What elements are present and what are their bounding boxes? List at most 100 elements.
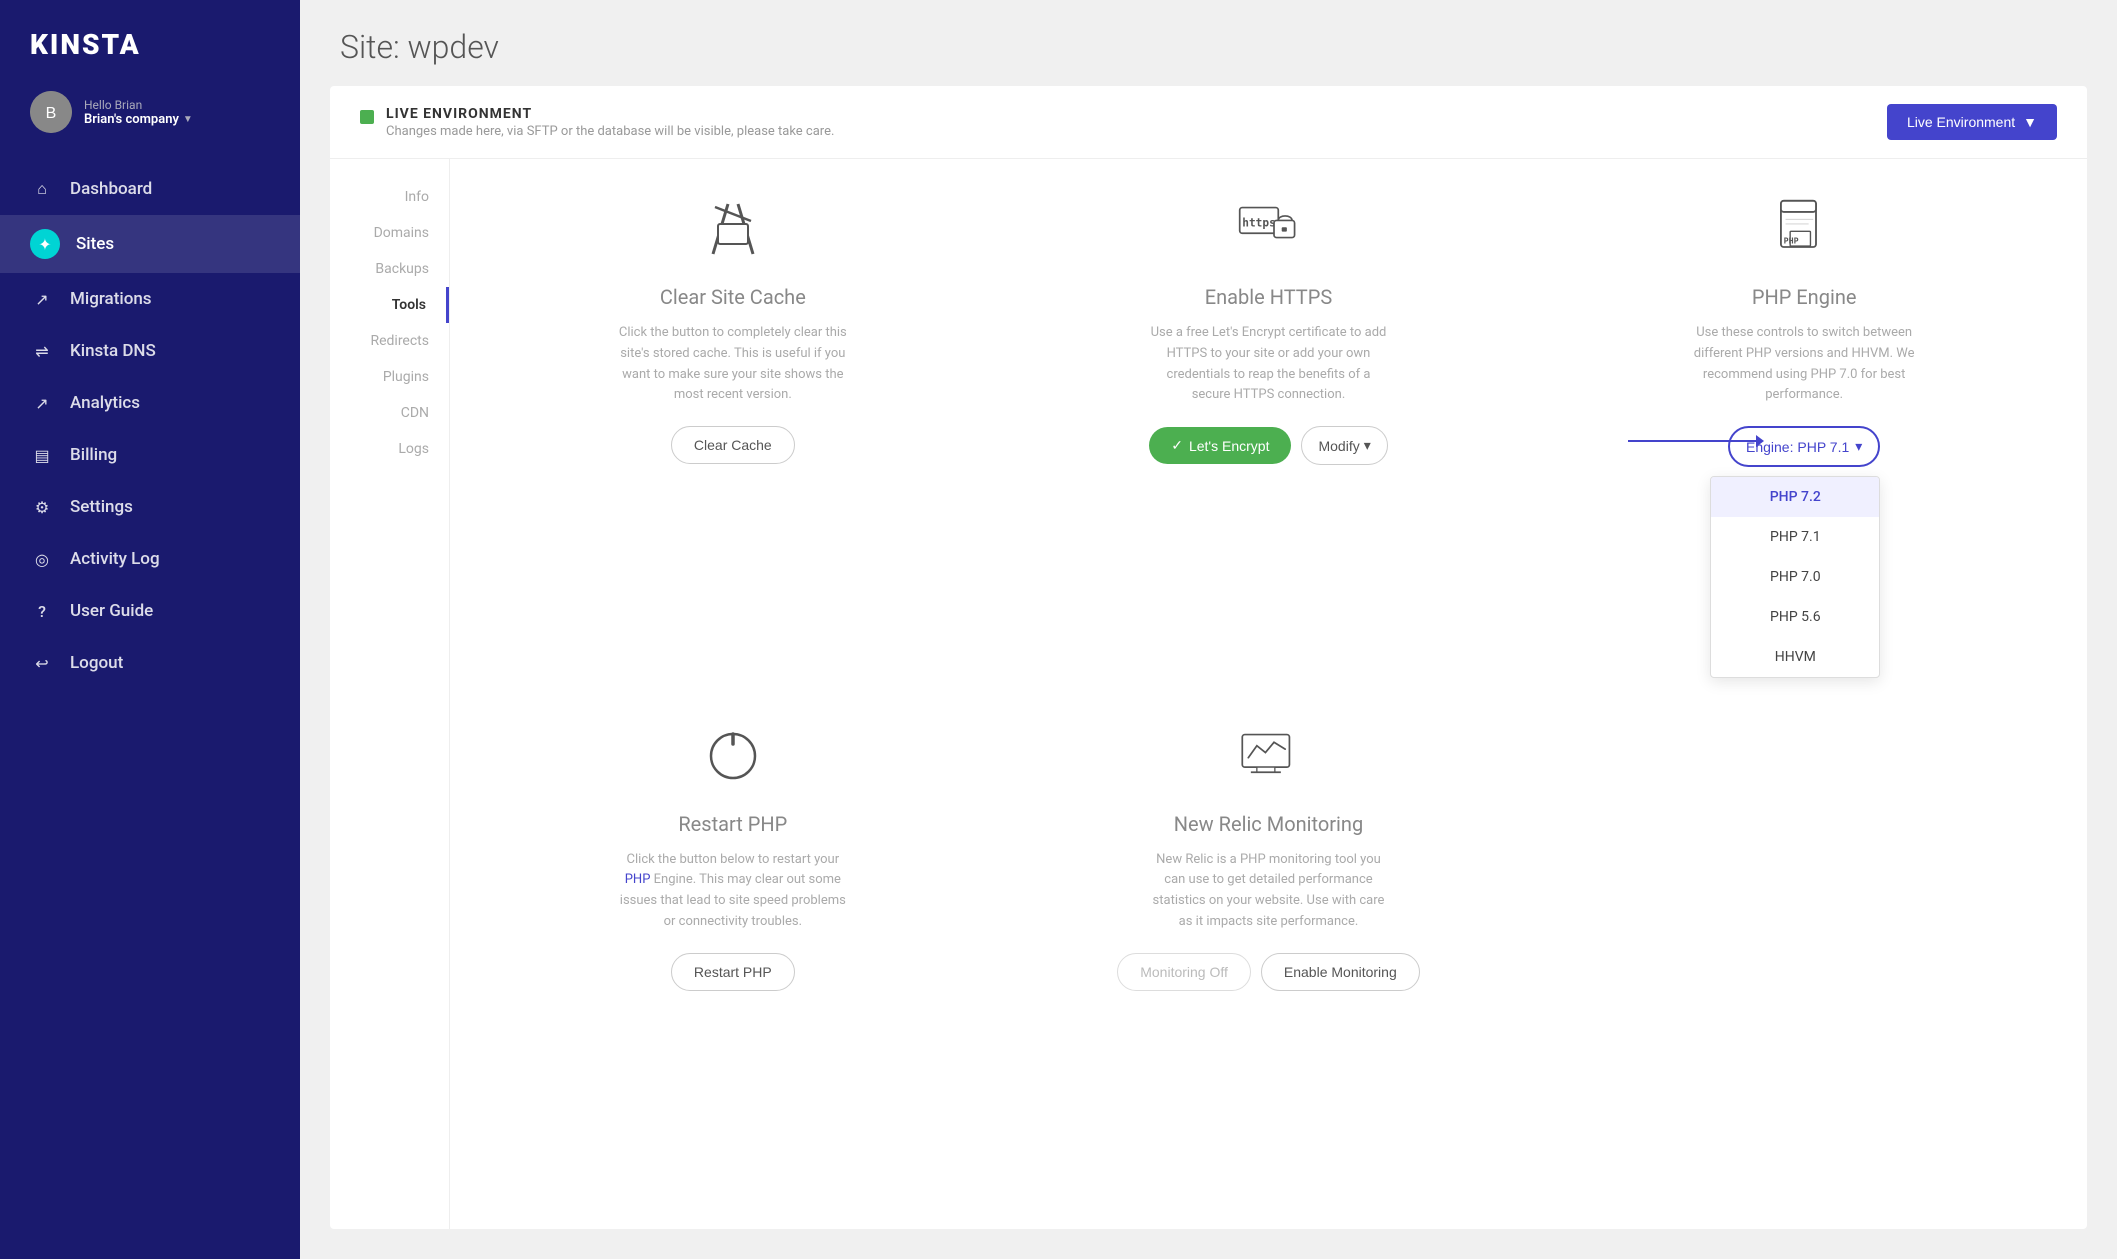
tool-clear-cache: Clear Site Cache Click the button to com…	[480, 189, 986, 676]
https-icon: https	[1228, 189, 1308, 269]
company-name[interactable]: Brian's company ▼	[84, 112, 270, 127]
https-actions: ✓ Let's Encrypt Modify ▾	[1149, 426, 1388, 465]
sidebar-logo: KINSTA	[0, 0, 300, 81]
sub-navigation: Info Domains Backups Tools Redirects	[330, 159, 450, 1229]
sidebar-item-dashboard[interactable]: ⌂ Dashboard	[0, 163, 300, 215]
sub-nav-info[interactable]: Info	[330, 179, 449, 215]
restart-php-button[interactable]: Restart PHP	[671, 953, 795, 991]
php-version-dropdown: PHP 7.2 PHP 7.1 PHP 7.0 PHP 5.6 HHVM	[1710, 476, 1880, 678]
tools-grid: Clear Site Cache Click the button to com…	[450, 159, 2087, 1229]
sub-nav-tools[interactable]: Tools	[330, 287, 449, 323]
php-option-7-2[interactable]: PHP 7.2	[1711, 477, 1879, 517]
user-section: B Hello Brian Brian's company ▼	[0, 81, 300, 153]
sidebar-item-settings[interactable]: ⚙ Settings	[0, 481, 300, 533]
monitoring-icon	[1228, 716, 1308, 796]
monitoring-desc: New Relic is a PHP monitoring tool you c…	[1148, 850, 1388, 933]
page-header: Site: wpdev	[300, 0, 2117, 86]
gear-icon: ⚙	[30, 495, 54, 519]
php-engine-wrapper: Engine: PHP 7.1 ▾ PHP 7.2	[1728, 426, 1880, 467]
php-icon: PHP	[1764, 189, 1844, 269]
chevron-down-icon: ▾	[1855, 438, 1862, 455]
sidebar-item-billing[interactable]: ▤ Billing	[0, 429, 300, 481]
sub-nav-plugins[interactable]: Plugins	[330, 359, 449, 395]
sidebar-item-user-guide[interactable]: ? User Guide	[0, 585, 300, 637]
content-card: LIVE ENVIRONMENT Changes made here, via …	[330, 86, 2087, 1229]
lets-encrypt-button[interactable]: ✓ Let's Encrypt	[1149, 427, 1291, 464]
php-option-5-6[interactable]: PHP 5.6	[1711, 597, 1879, 637]
tool-restart-php: Restart PHP Click the button below to re…	[480, 716, 986, 1200]
php-actions: Engine: PHP 7.1 ▾ PHP 7.2	[1728, 426, 1880, 467]
clear-cache-actions: Clear Cache	[671, 426, 795, 464]
restart-php-actions: Restart PHP	[671, 953, 795, 991]
enable-monitoring-button[interactable]: Enable Monitoring	[1261, 953, 1420, 991]
sub-nav-redirects[interactable]: Redirects	[330, 323, 449, 359]
guide-icon: ?	[30, 599, 54, 623]
env-title: LIVE ENVIRONMENT	[386, 106, 834, 122]
sidebar-item-kinsta-dns[interactable]: ⇌ Kinsta DNS	[0, 325, 300, 377]
sidebar-item-label: Sites	[76, 234, 114, 254]
sub-nav-backups[interactable]: Backups	[330, 251, 449, 287]
tool-https: https Enable HTTPS Use a free Let's Encr…	[1016, 189, 1522, 676]
sidebar-item-sites[interactable]: ✦ Sites	[0, 215, 300, 273]
tool-monitoring: New Relic Monitoring New Relic is a PHP …	[1016, 716, 1522, 1200]
sidebar: KINSTA B Hello Brian Brian's company ▼ ⌂…	[0, 0, 300, 1259]
clear-cache-desc: Click the button to completely clear thi…	[613, 323, 853, 406]
live-indicator	[360, 110, 374, 124]
sidebar-item-migrations[interactable]: ↗ Migrations	[0, 273, 300, 325]
clear-cache-title: Clear Site Cache	[660, 285, 806, 309]
sidebar-item-label: Activity Log	[70, 549, 160, 569]
modify-button[interactable]: Modify ▾	[1301, 426, 1387, 465]
sidebar-item-label: Migrations	[70, 289, 152, 309]
main-navigation: ⌂ Dashboard ✦ Sites ↗ Migrations ⇌ Kinst…	[0, 153, 300, 1259]
page-title: Site: wpdev	[340, 28, 2077, 66]
billing-icon: ▤	[30, 443, 54, 467]
monitoring-title: New Relic Monitoring	[1174, 812, 1363, 836]
sidebar-item-label: Analytics	[70, 393, 140, 413]
https-title: Enable HTTPS	[1205, 285, 1332, 309]
migrations-icon: ↗	[30, 287, 54, 311]
user-info: Hello Brian Brian's company ▼	[84, 98, 270, 127]
sidebar-item-activity-log[interactable]: ◎ Activity Log	[0, 533, 300, 585]
svg-text:https: https	[1243, 216, 1277, 229]
https-desc: Use a free Let's Encrypt certificate to …	[1148, 323, 1388, 406]
home-icon: ⌂	[30, 177, 54, 201]
monitoring-off-button[interactable]: Monitoring Off	[1117, 953, 1251, 991]
eye-icon: ◎	[30, 547, 54, 571]
analytics-icon: ↗	[30, 391, 54, 415]
php-option-7-1[interactable]: PHP 7.1	[1711, 517, 1879, 557]
restart-php-desc: Click the button below to restart your P…	[613, 850, 853, 933]
php-option-7-0[interactable]: PHP 7.0	[1711, 557, 1879, 597]
svg-text:PHP: PHP	[1784, 235, 1799, 245]
user-greeting: Hello Brian	[84, 98, 270, 112]
php-engine-button[interactable]: Engine: PHP 7.1 ▾	[1728, 426, 1880, 467]
chevron-down-icon: ▾	[1364, 437, 1371, 454]
clear-cache-button[interactable]: Clear Cache	[671, 426, 795, 464]
avatar: B	[30, 91, 72, 133]
main-content: Site: wpdev LIVE ENVIRONMENT Changes mad…	[300, 0, 2117, 1259]
svg-text:B: B	[46, 105, 57, 122]
sidebar-item-analytics[interactable]: ↗ Analytics	[0, 377, 300, 429]
content-body: Info Domains Backups Tools Redirects	[330, 159, 2087, 1229]
environment-dropdown-button[interactable]: Live Environment ▼	[1887, 104, 2057, 140]
sub-nav-domains[interactable]: Domains	[330, 215, 449, 251]
php-title: PHP Engine	[1752, 285, 1857, 309]
checkmark-icon: ✓	[1171, 437, 1183, 454]
chevron-down-icon: ▼	[2023, 114, 2037, 130]
sidebar-item-label: Settings	[70, 497, 133, 517]
restart-php-title: Restart PHP	[678, 812, 787, 836]
tool-php-engine: PHP PHP Engine Use these controls to swi…	[1551, 189, 2057, 676]
arrow-head-icon	[1756, 435, 1764, 447]
restart-php-icon	[693, 716, 773, 796]
arrow-indicator	[1628, 440, 1758, 442]
sidebar-item-label: Billing	[70, 445, 117, 465]
sidebar-item-label: Logout	[70, 653, 123, 673]
chevron-down-icon: ▼	[183, 114, 193, 125]
php-option-hhvm[interactable]: HHVM	[1711, 637, 1879, 677]
sub-nav-cdn[interactable]: CDN	[330, 395, 449, 431]
sub-nav-logs[interactable]: Logs	[330, 431, 449, 467]
sidebar-item-label: User Guide	[70, 601, 153, 621]
env-subtitle: Changes made here, via SFTP or the datab…	[386, 124, 834, 139]
logout-icon: ↩	[30, 651, 54, 675]
sidebar-item-logout[interactable]: ↩ Logout	[0, 637, 300, 689]
sidebar-item-label: Dashboard	[70, 179, 152, 199]
